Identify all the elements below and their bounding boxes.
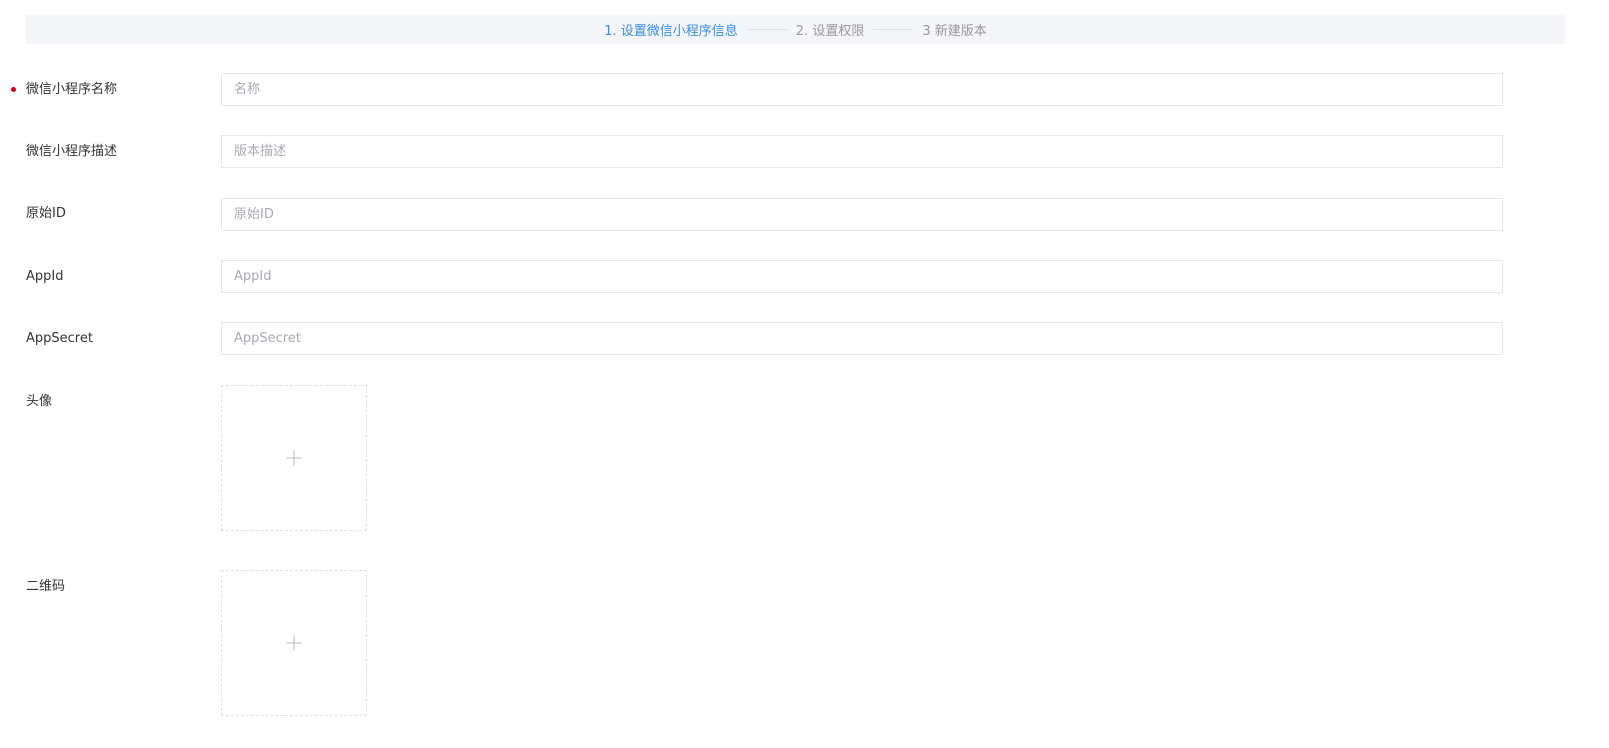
original-id-label: 原始ID (26, 206, 66, 221)
qrcode-label: 二维码 (26, 579, 66, 594)
original-id-input[interactable] (221, 198, 1503, 231)
step-3[interactable]: 3 新建版本 (922, 20, 986, 39)
description-input[interactable] (221, 135, 1503, 168)
avatar-label: 头像 (26, 394, 53, 409)
name-label: 微信小程序名称 (11, 81, 118, 99)
avatar-upload[interactable] (221, 385, 367, 531)
step-divider (873, 29, 914, 30)
name-input[interactable] (221, 73, 1503, 106)
step-2[interactable]: 2. 设置权限 (796, 20, 865, 39)
plus-icon (286, 635, 302, 651)
steps-bar: 1. 设置微信小程序信息 2. 设置权限 3 新建版本 (26, 15, 1565, 44)
step-divider (746, 29, 787, 30)
plus-icon (286, 450, 302, 466)
description-label: 微信小程序描述 (26, 144, 118, 159)
name-label-text: 微信小程序名称 (26, 82, 118, 97)
app-id-label: AppId (26, 269, 64, 284)
app-secret-input[interactable] (221, 322, 1503, 355)
app-id-input[interactable] (221, 260, 1503, 293)
step-1[interactable]: 1. 设置微信小程序信息 (604, 20, 738, 39)
required-indicator (11, 87, 16, 92)
app-secret-label: AppSecret (26, 331, 93, 346)
qrcode-upload[interactable] (221, 570, 367, 716)
